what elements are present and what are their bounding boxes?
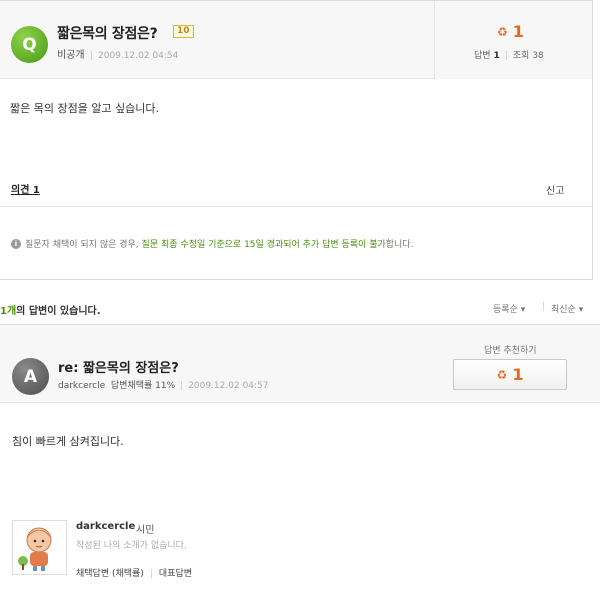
answer-meta: darkcercle 답변채택률 11% | 2009.12.02 04:57	[58, 381, 269, 391]
caret-down-icon: ▾	[520, 305, 526, 315]
profile-stats: 채택답변 (채택률) | 대표답변	[76, 569, 193, 579]
question-stats: 답변 1 | 조회 38	[474, 51, 544, 61]
answer-author[interactable]: darkcercle	[58, 381, 105, 391]
answer-badge-icon: A	[12, 358, 49, 395]
answer-count: 1개	[0, 306, 17, 317]
caret-down-icon: ▾	[578, 305, 584, 315]
answer-date: 2009.12.02 04:57	[188, 381, 269, 391]
info-icon: i	[11, 238, 21, 249]
answers-label: 답변	[474, 51, 491, 61]
answer-body: 침이 빠르게 삼켜집니다.	[12, 435, 124, 448]
notice-prefix: 질문자 채택이 되지 않은 경우,	[25, 240, 139, 250]
question-meta: 비공개 | 2009.12.02 04:54	[57, 50, 179, 61]
notice: i 질문자 채택이 되지 않은 경우, 질문 최종 수정일 기준으로 15일 경…	[11, 237, 413, 250]
answer-count-heading: 1개의 답변이 있습니다.	[0, 302, 101, 317]
views-count: 38	[532, 51, 544, 61]
answer-recommend-count: 1	[512, 365, 524, 384]
answer-adoption-rate: 답변채택률 11%	[110, 381, 176, 391]
question-date: 2009.12.02 04:54	[97, 51, 179, 61]
opinion-link[interactable]: 의견 1	[11, 181, 40, 196]
profile-stat-adopt[interactable]: 채택답변 (채택률)	[76, 569, 144, 579]
question-recommend-count: 1	[512, 22, 524, 41]
points-badge: 10	[173, 25, 194, 38]
notice-suffix: 합니다.	[385, 240, 414, 250]
recommend-label: 답변 추천하기	[484, 346, 537, 356]
question-author: 비공개	[57, 50, 85, 61]
thumbs-up-icon: ♻	[496, 367, 508, 382]
views-label: 조회	[512, 51, 530, 61]
sort-divider: |	[542, 302, 546, 312]
question-divider	[0, 206, 592, 207]
sort-latest-button[interactable]: 최신순 ▾	[551, 302, 583, 315]
profile-intro: 작성된 나의 소개가 없습니다.	[76, 541, 187, 551]
sort-registered-label: 등록순	[493, 305, 518, 315]
thumbs-up-icon: ♻	[497, 24, 508, 39]
profile-grade: 시민	[136, 525, 155, 536]
sort-registered-button[interactable]: 등록순 ▾	[493, 302, 525, 315]
question-body: 짧은 목의 장점을 알고 싶습니다.	[10, 102, 160, 115]
answer-count-text: 의 답변이 있습니다.	[16, 306, 101, 317]
question-title: 짧은목의 장점은?	[57, 26, 158, 42]
recommend-answer-button[interactable]: ♻ 1	[453, 359, 567, 390]
profile-name[interactable]: darkcercle	[76, 521, 135, 532]
avatar-character-icon	[18, 527, 52, 571]
question-recommend[interactable]: ♻ 1	[497, 22, 524, 41]
profile-stat-rep[interactable]: 대표답변	[159, 569, 192, 579]
sort-latest-label: 최신순	[551, 305, 576, 315]
question-badge-icon: Q	[11, 26, 48, 63]
answer-title: re: 짧은목의 장점은?	[58, 361, 179, 376]
report-link[interactable]: 신고	[546, 182, 564, 197]
answers-count: 1	[493, 51, 500, 61]
notice-highlight: 질문 최종 수정일 기준으로 15일 경과되어 추가 답변 등록이 불가	[141, 240, 386, 250]
avatar[interactable]	[12, 520, 67, 575]
